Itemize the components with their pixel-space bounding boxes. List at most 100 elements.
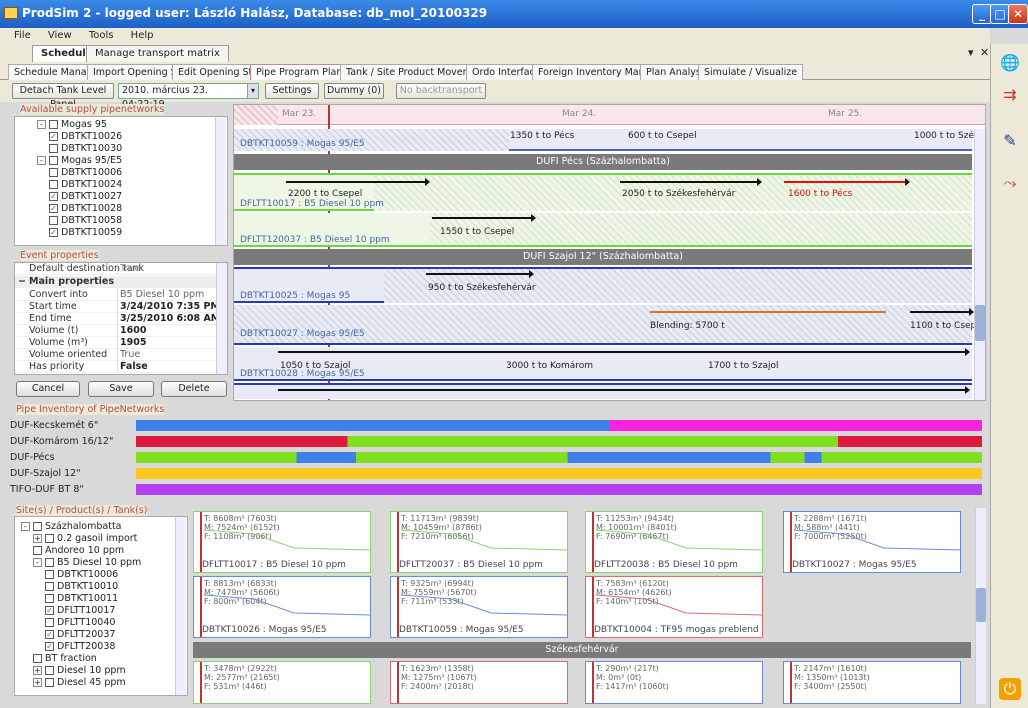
delete-button[interactable]: Delete (161, 381, 227, 397)
checkbox[interactable] (45, 678, 54, 687)
inventory-row[interactable]: DUF-Pécs (10, 452, 982, 464)
pipenet-tree-item[interactable]: DBTKT10030 (49, 143, 122, 155)
checkbox[interactable] (49, 180, 58, 189)
track-dbtkt10025[interactable]: 950 t to Székesfehérvár DBTKT10025 : Mog… (234, 267, 972, 303)
planner-scroll-thumb[interactable] (975, 305, 985, 341)
tank-chart[interactable]: T: 8608m³ (7603t) M: 7524m³ (6152t) F: 110… (193, 511, 371, 573)
minimize-button[interactable]: _ (972, 4, 992, 24)
menu-view[interactable]: View (48, 28, 72, 44)
pipenet-tree-item[interactable]: ✓ DBTKT10027 (49, 191, 122, 203)
expand-icon[interactable]: - (33, 558, 42, 567)
pipenet-tree-item[interactable]: DBTKT10024 (49, 179, 122, 191)
inventory-row[interactable]: DUF-Komárom 16/12" (10, 436, 982, 448)
tab-manage-transport-matrix[interactable]: Manage transport matrix (86, 45, 229, 62)
pipenet-tree-item[interactable]: - Mogas 95/E5 (37, 155, 122, 167)
property-row[interactable]: Start time 3/24/2010 7:35 PM (15, 301, 227, 313)
pipe-program-planner[interactable]: Mar 23. Mar 24. Mar 25. 1350 t to Pécs 6… (233, 104, 986, 401)
checkbox[interactable] (45, 558, 54, 567)
pipenet-tree-item[interactable]: - Mogas 95 (37, 119, 107, 131)
event-label[interactable]: 1700 t to Szajol (708, 361, 779, 371)
inventory-row[interactable]: DUF-Szajol 12" (10, 468, 982, 480)
pipenet-tree-item[interactable]: DBTKT10058 (49, 215, 122, 227)
tank-chart[interactable]: T: 11713m³ (9839t) M: 10459m³ (8786t) F: 7… (390, 511, 568, 573)
menu-help[interactable]: Help (131, 28, 154, 44)
pipenet-tree-item[interactable]: ✓ DBTKT10026 (49, 131, 122, 143)
close-button[interactable]: ✕ (1008, 4, 1028, 24)
expand-icon[interactable]: + (33, 534, 42, 543)
tank-chart[interactable]: T: 9325m³ (6994t) M: 7559m³ (5670t) F: 711… (390, 576, 568, 638)
track-dbtkt10028[interactable]: 1050 t to Szajol 3000 t to Komárom 1700 … (234, 347, 972, 381)
checkbox[interactable] (45, 666, 54, 675)
cancel-button[interactable]: Cancel (16, 381, 80, 397)
sites-tree-item[interactable]: + Diesel 45 ppm (33, 677, 126, 689)
transfer-arrow[interactable] (620, 178, 762, 186)
checkbox[interactable] (45, 570, 54, 579)
expand-icon[interactable]: + (33, 666, 42, 675)
transfer-arrow[interactable] (278, 386, 970, 394)
sites-tree-item[interactable]: +0.2 gasoil import (33, 533, 137, 545)
event-label[interactable]: 2200 t to Csepel (288, 189, 362, 199)
checkbox[interactable]: ✓ (49, 228, 58, 237)
event-label[interactable]: 600 t to Csepel (628, 131, 697, 141)
pen-icon[interactable]: ✎ (999, 130, 1021, 152)
save-button[interactable]: Save (88, 381, 154, 397)
checkbox[interactable]: ✓ (45, 630, 54, 639)
property-row[interactable]: Volume oriented True (15, 349, 227, 361)
globe-icon[interactable]: 🌐 (999, 52, 1021, 74)
tanks-scroll-thumb[interactable] (976, 588, 986, 622)
tank-chart[interactable]: T: 2147m³ (1610t) M: 1350m³ (1013t) F: 340… (783, 661, 961, 704)
event-label[interactable]: 1100 t to Csepe (910, 321, 982, 331)
inventory-bar[interactable] (136, 468, 982, 479)
main-properties-header[interactable]: − Main properties (15, 276, 227, 288)
sites-tree-item[interactable]: DBTKT10010 (45, 581, 118, 593)
calendar-dropdown-icon[interactable]: ▾ (247, 83, 259, 99)
pipenet-tree-item[interactable]: ✓ DBTKT10028 (49, 203, 122, 215)
default-destination-row[interactable]: Default destination tank True (15, 263, 227, 275)
checkbox[interactable] (45, 534, 54, 543)
event-label[interactable]: 1350 t to Pécs (510, 131, 574, 141)
sites-scrollbar[interactable] (175, 517, 186, 695)
tank-chart[interactable]: T: 8813m³ (6833t) M: 7479m³ (5606t) F: 800… (193, 576, 371, 638)
tank-chart[interactable]: T: 11253m³ (9434t) M: 10001m³ (8401t) F: 7… (585, 511, 763, 573)
inventory-bar[interactable] (136, 452, 982, 463)
event-label[interactable]: Blending: 5700 t (650, 321, 725, 331)
track-dbtkt10059[interactable]: 1350 t to Pécs 600 t to Csepel 1000 t to… (234, 129, 984, 151)
event-label[interactable]: 3000 t to Komárom (506, 361, 593, 371)
event-label[interactable]: 950 t to Székesfehérvár (428, 283, 536, 293)
sites-tree-item[interactable]: - Százhalombatta (21, 521, 122, 533)
event-label[interactable]: 2050 t to Székesfehérvár (622, 189, 735, 199)
tank-chart[interactable]: T: 3478m³ (2922t) M: 2577m³ (2165t) F: 531… (193, 661, 371, 704)
property-row[interactable]: Has priority False (15, 361, 227, 373)
settings-button[interactable]: Settings (265, 83, 319, 99)
checkbox[interactable]: ✓ (49, 132, 58, 141)
sites-tree-item[interactable]: DBTKT10006 (45, 569, 118, 581)
checkbox[interactable] (45, 582, 54, 591)
collapse-icon[interactable]: − (18, 276, 26, 288)
planner-scrollbar[interactable] (974, 129, 985, 400)
checkbox[interactable]: ✓ (45, 642, 54, 651)
date-time-field[interactable]: 2010. március 23. 04:22:19 (118, 83, 248, 110)
checkbox[interactable]: ✓ (49, 204, 58, 213)
flow-icon[interactable]: ⇉ (999, 84, 1021, 106)
tank-chart[interactable]: T: 7583m³ (6120t) M: 6154m³ (4626t) F: 140… (585, 576, 763, 638)
pipenet-tree-item[interactable]: ✓ DBTKT10059 (49, 227, 122, 239)
dummy-button[interactable]: Dummy (0) (324, 83, 384, 99)
track-dflt120037[interactable]: 1550 t to Csepel DFLTT120037 : B5 Diesel… (234, 213, 972, 247)
transfer-arrow[interactable] (426, 270, 534, 278)
expand-icon[interactable]: - (21, 522, 30, 531)
checkbox[interactable] (49, 168, 58, 177)
checkbox[interactable] (45, 594, 54, 603)
pipenet-tree-item[interactable]: DBTKT10006 (49, 167, 122, 179)
event-scrollbar[interactable] (216, 263, 227, 374)
power-icon[interactable]: ⏻ (999, 678, 1021, 700)
inventory-bar[interactable] (136, 484, 982, 495)
tanks-scrollbar[interactable] (975, 508, 986, 704)
tank-chart[interactable]: T: 290m³ (217t) M: 0m³ (0t) F: 1417m³ (106… (585, 661, 763, 704)
expand-icon[interactable]: - (37, 120, 46, 129)
checkbox[interactable] (33, 546, 42, 555)
event-label[interactable]: 1550 t to Csepel (440, 227, 514, 237)
property-row[interactable]: Volume (m³) 1905 (15, 337, 227, 349)
checkbox[interactable]: ✓ (49, 192, 58, 201)
menu-file[interactable]: File (14, 28, 31, 44)
tab-close-icon[interactable]: ✕ (980, 46, 989, 59)
